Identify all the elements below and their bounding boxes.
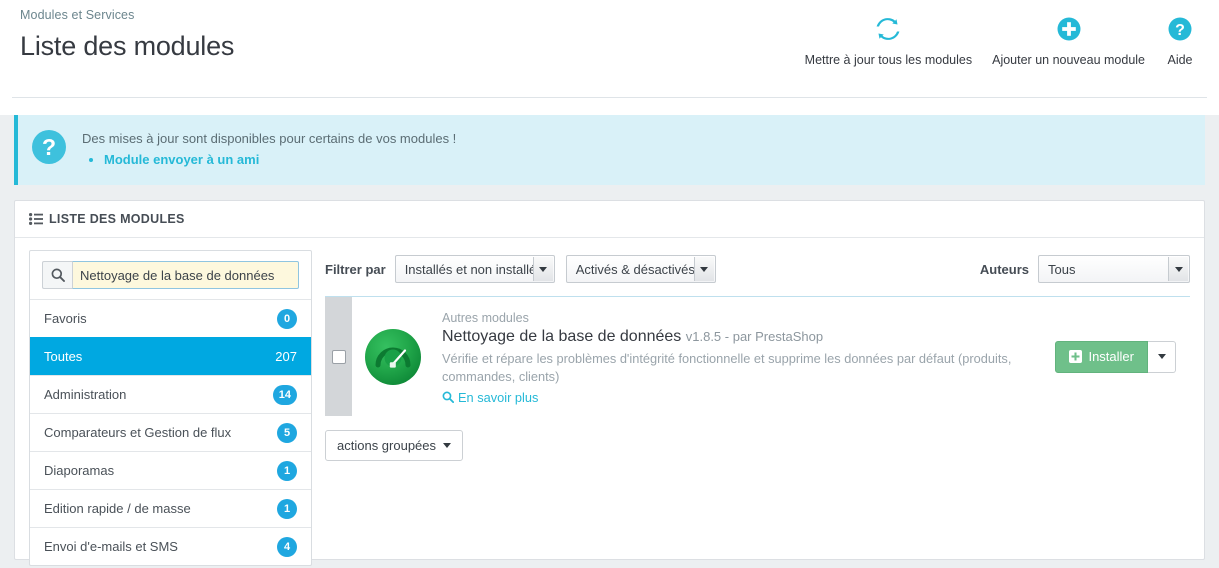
module-title-line: Nettoyage de la base de données v1.8.5 -… <box>442 326 1045 348</box>
update-all-modules-button[interactable]: Mettre à jour tous les modules <box>795 14 982 67</box>
category-label: Diaporamas <box>44 463 115 478</box>
sidebar-item-toutes[interactable]: Toutes 207 <box>30 337 311 375</box>
chevron-down-icon <box>1168 257 1188 281</box>
chevron-down-icon <box>1157 354 1166 360</box>
header-divider <box>12 88 1207 98</box>
category-label: Edition rapide / de masse <box>44 501 191 516</box>
page-toolbar: Mettre à jour tous les modules Ajouter u… <box>795 14 1205 67</box>
database-cleaner-icon <box>365 328 421 385</box>
authors-filter: Auteurs Tous <box>980 255 1190 283</box>
bulk-actions-button[interactable]: actions groupées <box>325 430 464 462</box>
category-label: Favoris <box>44 311 87 326</box>
category-label: Toutes <box>44 349 83 364</box>
module-version-author: v1.8.5 - par PrestaShop <box>685 329 824 344</box>
plus-circle-icon <box>1054 14 1084 44</box>
sidebar-item-administration[interactable]: Administration 14 <box>30 375 311 413</box>
category-count: 207 <box>275 349 297 364</box>
module-description: Vérifie et répare les problèmes d'intégr… <box>442 350 1012 385</box>
help-label: Aide <box>1167 53 1193 67</box>
install-button[interactable]: Installer <box>1055 340 1148 373</box>
category-list: Favoris 0 Toutes 207 Administration 14 C… <box>30 299 311 565</box>
modules-content: Filtrer par Installés et non installés A… <box>312 250 1190 566</box>
svg-text:?: ? <box>1175 22 1185 39</box>
filter-bar: Filtrer par Installés et non installés A… <box>325 250 1190 288</box>
module-actions: Installer <box>1055 297 1190 416</box>
sidebar-item-diaporamas[interactable]: Diaporamas 1 <box>30 451 311 489</box>
authors-label: Auteurs <box>979 261 1029 277</box>
refresh-icon <box>873 14 903 44</box>
sidebar-item-comparateurs[interactable]: Comparateurs et Gestion de flux 5 <box>30 413 311 451</box>
plus-square-icon <box>1069 350 1083 364</box>
sidebar-item-favoris[interactable]: Favoris 0 <box>30 299 311 337</box>
category-label: Administration <box>44 387 127 402</box>
category-count: 4 <box>277 536 297 557</box>
modules-panel: LISTE DES MODULES Favoris <box>14 200 1205 566</box>
sidebar-item-edition-rapide[interactable]: Edition rapide / de masse 1 <box>30 489 311 527</box>
install-button-group: Installer <box>1055 340 1176 373</box>
add-new-module-label: Ajouter un nouveau module <box>992 53 1145 67</box>
enable-status-select[interactable]: Activés & désactivés <box>565 255 716 283</box>
question-circle-icon: ? <box>32 130 66 164</box>
module-name: Nettoyage de la base de données <box>442 328 682 345</box>
update-all-modules-label: Mettre à jour tous les modules <box>804 53 973 67</box>
panel-heading: LISTE DES MODULES <box>15 201 1204 238</box>
module-category: Autres modules <box>442 311 529 325</box>
list-icon <box>29 213 43 225</box>
category-count: 14 <box>272 384 297 405</box>
chevron-down-icon <box>532 257 553 281</box>
modules-table: Autres modules Nettoyage de la base de d… <box>325 296 1190 417</box>
alert-body: Des mises à jour sont disponibles pour c… <box>82 129 456 169</box>
install-button-label: Installer <box>1088 349 1134 365</box>
alert-module-link[interactable]: Module envoyer à un ami <box>104 152 259 167</box>
search-icon <box>42 261 72 289</box>
chevron-down-icon <box>693 257 714 281</box>
enable-status-value: Activés & désactivés <box>575 261 695 277</box>
add-new-module-button[interactable]: Ajouter un nouveau module <box>982 14 1155 67</box>
module-info: Autres modules Nettoyage de la base de d… <box>428 297 1055 416</box>
authors-select[interactable]: Tous <box>1038 255 1190 283</box>
category-count: 5 <box>277 422 297 443</box>
authors-value: Tous <box>1048 261 1076 277</box>
install-dropdown-toggle[interactable] <box>1148 340 1176 373</box>
category-count: 0 <box>277 308 297 329</box>
install-status-value: Installés et non installés <box>404 261 543 277</box>
install-status-select[interactable]: Installés et non installés <box>394 255 555 283</box>
sidebar-item-envoi-emails[interactable]: Envoi d'e-mails et SMS 4 <box>30 527 311 565</box>
alert-module-list: Module envoyer à un ami <box>82 151 456 169</box>
page-header: Modules et Services Liste des modules Me… <box>0 0 1219 88</box>
alert-message: Des mises à jour sont disponibles pour c… <box>82 131 457 146</box>
category-count: 1 <box>277 498 297 519</box>
help-button[interactable]: ? Aide <box>1155 14 1205 67</box>
magnifier-icon <box>442 391 454 404</box>
module-learn-more-label: En savoir plus <box>458 389 539 405</box>
update-available-alert: ? Des mises à jour sont disponibles pour… <box>14 115 1205 185</box>
search-input[interactable] <box>72 261 299 289</box>
chevron-down-icon <box>443 443 452 449</box>
module-search <box>30 251 311 299</box>
category-label: Comparateurs et Gestion de flux <box>44 425 232 440</box>
module-icon-cell <box>352 297 428 416</box>
categories-sidebar: Favoris 0 Toutes 207 Administration 14 C… <box>29 250 312 566</box>
bulk-actions-row: actions groupées <box>325 430 1190 462</box>
module-select-cell <box>325 297 352 417</box>
help-circle-icon: ? <box>1165 14 1195 44</box>
bulk-actions-label: actions groupées <box>337 438 437 454</box>
module-learn-more-link[interactable]: En savoir plus <box>442 390 538 405</box>
page-body: ? Des mises à jour sont disponibles pour… <box>0 115 1219 568</box>
category-count: 1 <box>277 460 297 481</box>
table-row: Autres modules Nettoyage de la base de d… <box>325 297 1190 417</box>
module-checkbox[interactable] <box>331 349 346 364</box>
panel-heading-label: LISTE DES MODULES <box>49 212 185 226</box>
list-item: Module envoyer à un ami <box>104 151 456 169</box>
panel-body: Favoris 0 Toutes 207 Administration 14 C… <box>15 238 1204 568</box>
category-label: Envoi d'e-mails et SMS <box>44 539 178 554</box>
filter-label: Filtrer par <box>325 261 386 277</box>
